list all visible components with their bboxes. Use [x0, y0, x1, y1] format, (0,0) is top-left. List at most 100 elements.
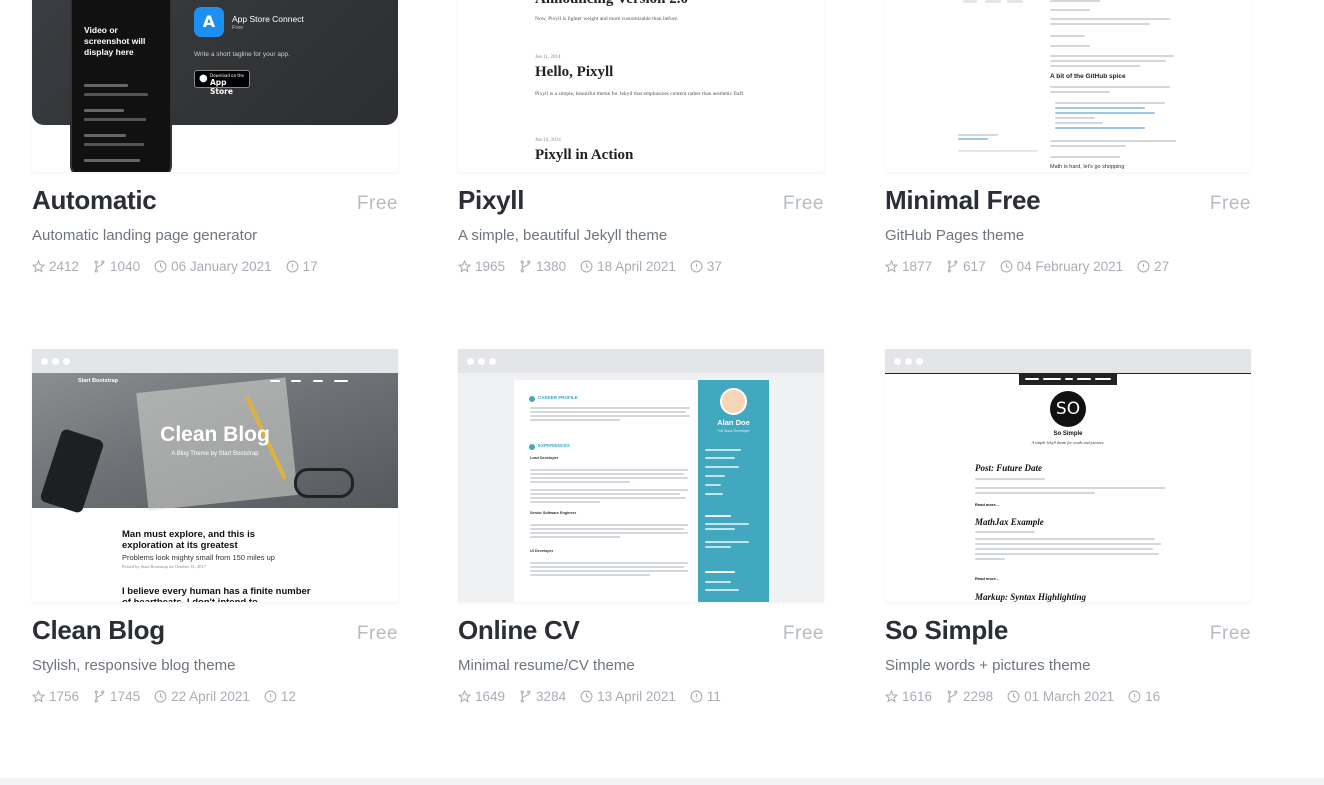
- fork-icon: [94, 690, 105, 703]
- theme-preview-automatic[interactable]: Video or screenshot will display here A …: [32, 0, 398, 172]
- title-row: Online CV Free: [458, 615, 824, 646]
- theme-preview-so-simple[interactable]: SO So Simple A simple Jekyll theme for w…: [885, 349, 1251, 602]
- theme-preview-online-cv[interactable]: Alan Doe Full Stack Developer CAREER PRO…: [458, 349, 824, 602]
- browser-chrome: [32, 349, 398, 373]
- read-more-link[interactable]: Read more...: [975, 576, 999, 581]
- forks-stat: 2298: [946, 689, 993, 704]
- cv-job-title: UI Developer: [530, 549, 554, 553]
- stars-stat: 1756: [32, 689, 79, 704]
- theme-stats: 1649 3284 13 April 2021 11: [458, 689, 721, 704]
- clock-icon: [1000, 260, 1013, 273]
- window-dot-icon: [478, 357, 485, 365]
- issue-icon: [690, 690, 703, 703]
- title-row: Minimal Free Free: [885, 185, 1251, 216]
- theme-card-clean-blog[interactable]: Start Bootstrap Clean Blog A Blog Theme …: [32, 349, 398, 704]
- clock-icon: [580, 260, 593, 273]
- issue-icon: [1137, 260, 1150, 273]
- theme-title[interactable]: Pixyll: [458, 185, 524, 216]
- theme-card-pixyll[interactable]: Announcing Version 2.0 Now, Pixyll is li…: [458, 0, 824, 274]
- issues-stat: 27: [1137, 259, 1169, 274]
- theme-stats: 1756 1745 22 April 2021 12: [32, 689, 296, 704]
- window-dot-icon: [467, 357, 474, 365]
- theme-description: GitHub Pages theme: [885, 227, 1025, 244]
- issues-stat: 16: [1128, 689, 1160, 704]
- preview-post-title: Markup: Syntax Highlighting: [975, 592, 1087, 602]
- preview-date: Jun 10, 2014: [535, 138, 561, 143]
- window-dot-icon: [63, 357, 70, 365]
- stars-stat: 1965: [458, 259, 505, 274]
- preview-post-title: Pixyll in Action: [535, 147, 634, 163]
- theme-card-automatic[interactable]: Video or screenshot will display here A …: [32, 0, 398, 274]
- theme-price: Free: [1209, 623, 1251, 644]
- title-row: Automatic Free: [32, 185, 398, 216]
- cv-job-title: Senior Software Engineer: [530, 511, 577, 515]
- theme-price: Free: [356, 623, 398, 644]
- app-name: App Store Connect: [232, 14, 304, 24]
- theme-preview-clean-blog[interactable]: Start Bootstrap Clean Blog A Blog Theme …: [32, 349, 398, 602]
- app-tagline: Write a short tagline for your app.: [194, 51, 290, 58]
- star-icon: [32, 690, 45, 703]
- theme-card-online-cv[interactable]: Alan Doe Full Stack Developer CAREER PRO…: [458, 349, 824, 704]
- stars-stat: 1649: [458, 689, 505, 704]
- theme-price: Free: [782, 193, 824, 214]
- issue-icon: [1128, 690, 1141, 703]
- theme-price: Free: [782, 623, 824, 644]
- theme-price: Free: [356, 193, 398, 214]
- issues-stat: 12: [264, 689, 296, 704]
- window-dot-icon: [894, 357, 901, 365]
- theme-title[interactable]: Minimal Free: [885, 185, 1041, 216]
- preview-heading: A bit of the GitHub spice: [1050, 73, 1126, 80]
- theme-card-minimal[interactable]: A bit of the GitHub spice Math is hard, …: [885, 0, 1251, 274]
- theme-card-so-simple[interactable]: SO So Simple A simple Jekyll theme for w…: [885, 349, 1251, 704]
- star-icon: [458, 690, 471, 703]
- theme-title[interactable]: Automatic: [32, 185, 157, 216]
- updated-stat: 22 April 2021: [154, 689, 250, 704]
- avatar: [720, 388, 747, 415]
- themes-grid: Video or screenshot will display here A …: [0, 0, 1324, 785]
- star-icon: [885, 260, 898, 273]
- read-more-link[interactable]: Read more...: [975, 502, 999, 507]
- issue-icon: [264, 690, 277, 703]
- theme-preview-pixyll[interactable]: Announcing Version 2.0 Now, Pixyll is li…: [458, 0, 824, 172]
- theme-preview-minimal[interactable]: A bit of the GitHub spice Math is hard, …: [885, 0, 1251, 172]
- cv-name: Alan Doe: [717, 418, 750, 427]
- title-row: Pixyll Free: [458, 185, 824, 216]
- clock-icon: [154, 690, 167, 703]
- theme-title[interactable]: So Simple: [885, 615, 1008, 646]
- issues-stat: 17: [286, 259, 318, 274]
- app-store-badge[interactable]: ● Download on the App Store: [194, 70, 250, 96]
- star-icon: [458, 260, 471, 273]
- app-sub: Free: [232, 25, 244, 31]
- preview-post-sub: Problems look mighty small from 150 mile…: [122, 553, 275, 562]
- theme-title[interactable]: Online CV: [458, 615, 580, 646]
- stars-stat: 2412: [32, 259, 79, 274]
- window-dot-icon: [905, 357, 912, 365]
- profile-icon: [529, 396, 535, 402]
- clock-icon: [154, 260, 167, 273]
- browser-chrome: [458, 349, 824, 373]
- preview-date: Jun 11, 2014: [535, 55, 561, 60]
- preview-post-title: Hello, Pixyll: [535, 64, 614, 80]
- fork-icon: [520, 260, 531, 273]
- window-dot-icon: [52, 357, 59, 365]
- window-dot-icon: [41, 357, 48, 365]
- fork-icon: [947, 260, 958, 273]
- clock-icon: [580, 690, 593, 703]
- title-row: Clean Blog Free: [32, 615, 398, 646]
- cv-section-title: EXPERIENCES: [538, 443, 571, 448]
- preview-post-sub: Now, Pixyll is lighter weight and more c…: [535, 16, 679, 22]
- theme-stats: 1616 2298 01 March 2021 16: [885, 689, 1160, 704]
- theme-price: Free: [1209, 193, 1251, 214]
- theme-title[interactable]: Clean Blog: [32, 615, 165, 646]
- forks-stat: 1745: [93, 689, 140, 704]
- star-icon: [885, 690, 898, 703]
- preview-post-meta: Posted by Start Bootstrap on October 31,…: [122, 564, 206, 569]
- window-dot-icon: [916, 357, 923, 365]
- forks-stat: 617: [946, 259, 986, 274]
- stars-stat: 1877: [885, 259, 932, 274]
- preview-post-title: Man must explore, and this is exploratio…: [122, 529, 256, 551]
- apple-icon: ●: [199, 73, 208, 84]
- preview-hero-title: Clean Blog: [160, 423, 270, 446]
- preview-hero-sub: A Blog Theme by Start Bootstrap: [171, 451, 259, 457]
- issue-icon: [690, 260, 703, 273]
